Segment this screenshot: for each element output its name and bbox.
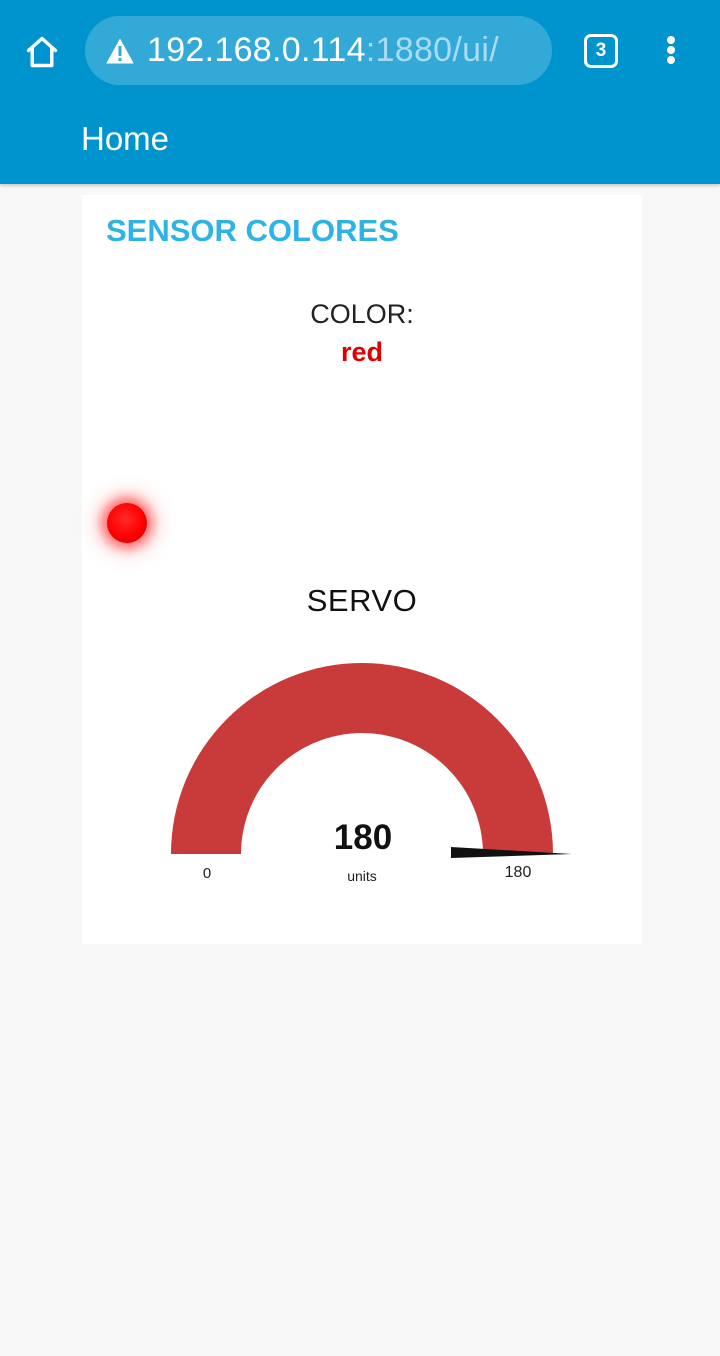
more-vert-icon[interactable] — [656, 30, 686, 70]
gauge-min-label: 0 — [203, 865, 211, 882]
color-label: COLOR: — [310, 299, 414, 329]
url-path: :1880/ui/ — [365, 31, 499, 69]
address-bar[interactable]: 192.168.0.114:1880/ui/ — [85, 16, 552, 85]
tab-count: 3 — [595, 40, 607, 61]
group-title: SENSOR COLORES — [106, 213, 399, 248]
status-led — [107, 503, 147, 543]
page-title: Home — [81, 120, 170, 157]
tab-count-button[interactable]: 3 — [584, 34, 618, 68]
color-value: red — [340, 337, 384, 367]
gauge-max-label: 180 — [505, 864, 532, 881]
home-button[interactable] — [18, 28, 66, 76]
servo-gauge: 180 units 0 180 — [171, 663, 572, 884]
home-icon — [26, 36, 58, 68]
gauge-units: units — [347, 868, 377, 884]
url-text: 192.168.0.114:1880/ui/ — [147, 31, 499, 70]
gauge-value: 180 — [334, 818, 392, 857]
browser-toolbar: 192.168.0.114:1880/ui/ 3 — [0, 0, 720, 100]
url-host: 192.168.0.114 — [147, 31, 366, 69]
gauge-title: SERVO — [306, 583, 418, 618]
warning-icon — [105, 36, 135, 66]
group-card: SENSOR COLORES COLOR: red SERVO 180 unit… — [82, 195, 642, 944]
